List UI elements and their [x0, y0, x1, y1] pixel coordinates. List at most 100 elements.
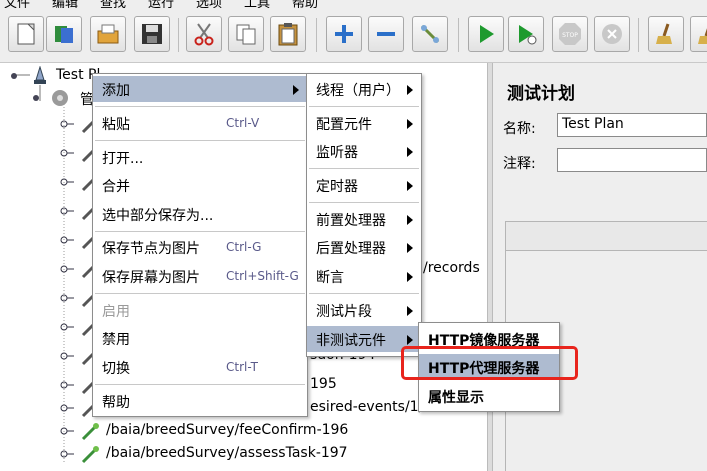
- menu-tools[interactable]: 工具: [244, 0, 270, 8]
- menu-shortcut: Ctrl+Shift-G: [226, 269, 299, 283]
- annotation-highlight-box: [401, 346, 578, 380]
- copy-button[interactable]: [228, 16, 264, 52]
- menu-separator: [309, 293, 419, 294]
- tree-sampler-row[interactable]: /baia/breedSurvey/feeConfirm-196: [0, 420, 487, 442]
- start-icon: [480, 25, 494, 43]
- stop-button[interactable]: STOP: [552, 16, 588, 52]
- menu-run[interactable]: 运行: [148, 0, 174, 8]
- templates-button[interactable]: [46, 16, 82, 52]
- new-button[interactable]: [8, 16, 44, 52]
- pipette-icon: [81, 423, 99, 441]
- node-key-icon: [60, 178, 74, 186]
- node-key-icon: [60, 323, 74, 331]
- node-key-icon: [60, 265, 74, 273]
- node-key-icon: [60, 404, 74, 412]
- submenu-item-post-processor[interactable]: 后置处理器: [307, 234, 421, 260]
- menu-separator: [309, 106, 419, 107]
- pipette-icon: [81, 446, 99, 464]
- menu-separator: [95, 231, 305, 232]
- paste-icon: [278, 23, 298, 46]
- node-key-icon: [60, 427, 74, 435]
- toolbar-separator: [458, 18, 459, 52]
- clear-all-button[interactable]: [690, 16, 707, 52]
- tree-sampler-row[interactable]: /baia/breedSurvey/assessTask-197: [0, 443, 487, 465]
- submenu-item-listener[interactable]: 监听器: [307, 138, 421, 164]
- submenu-arrow-icon: [407, 147, 413, 157]
- menu-item-paste[interactable]: 粘贴 Ctrl-V: [93, 110, 307, 136]
- shutdown-icon: [602, 24, 622, 44]
- menu-item-property-display[interactable]: 属性显示: [419, 383, 559, 409]
- open-button[interactable]: [90, 16, 126, 52]
- menu-separator: [309, 168, 419, 169]
- submenu-arrow-icon: [407, 335, 413, 345]
- tree-row-label: /baia/breedSurvey/assessTask-197: [106, 445, 348, 461]
- menu-item-add[interactable]: 添加: [93, 76, 307, 102]
- submenu-arrow-icon: [407, 272, 413, 282]
- comment-input[interactable]: [557, 148, 707, 172]
- menu-item-merge[interactable]: 合并: [93, 172, 307, 198]
- toolbar-separator: [316, 18, 317, 52]
- root-expand-handle-icon[interactable]: [8, 70, 20, 82]
- menu-item-save-selection-as[interactable]: 选中部分保存为...: [93, 201, 307, 227]
- menu-item-save-screen-as-image[interactable]: 保存屏幕为图片 Ctrl+Shift-G: [93, 263, 307, 289]
- submenu-item-pre-processor[interactable]: 前置处理器: [307, 206, 421, 232]
- menu-item-toggle[interactable]: 切换 Ctrl-T: [93, 354, 307, 380]
- shutdown-button[interactable]: [594, 16, 630, 52]
- comment-label: 注释:: [503, 156, 536, 172]
- paste-button[interactable]: [270, 16, 306, 52]
- add-submenu: 线程（用户） 配置元件 监听器 定时器 前置处理器 后置处理器 断言 测试片段 …: [306, 73, 422, 357]
- submenu-item-threads[interactable]: 线程（用户）: [307, 76, 421, 102]
- tree-row-label: /baia/breedSurvey/feeConfirm-196: [106, 422, 349, 438]
- menu-options[interactable]: 选项: [196, 0, 222, 8]
- submenu-arrow-icon: [407, 181, 413, 191]
- menu-item-enable: 启用: [102, 304, 130, 320]
- menu-item-help[interactable]: 帮助: [93, 388, 307, 414]
- node-key-icon: [60, 207, 74, 215]
- expand-all-button[interactable]: [326, 16, 362, 52]
- stop-icon: STOP: [559, 23, 581, 45]
- collapse-all-button[interactable]: [368, 16, 404, 52]
- svg-text:STOP: STOP: [562, 32, 578, 39]
- menu-separator: [95, 293, 305, 294]
- thread-group-expand-icon[interactable]: [30, 92, 42, 104]
- tree-row-text-partial: esired-events/1/: [310, 399, 424, 415]
- submenu-arrow-icon: [407, 215, 413, 225]
- clear-button[interactable]: [648, 16, 684, 52]
- tree-row-text-partial: 195: [310, 376, 337, 392]
- menu-item-save-node-as-image[interactable]: 保存节点为图片 Ctrl-G: [93, 234, 307, 260]
- submenu-arrow-icon: [293, 85, 299, 95]
- menu-edit[interactable]: 编辑: [52, 0, 78, 8]
- menu-item-open[interactable]: 打开...: [93, 144, 307, 170]
- clear-icon: [656, 23, 672, 44]
- menu-separator: [95, 384, 305, 385]
- toggle-icon: [420, 24, 440, 44]
- start-button[interactable]: [468, 16, 504, 52]
- cut-button[interactable]: [186, 16, 222, 52]
- node-key-icon: [60, 120, 74, 128]
- toggle-button[interactable]: [412, 16, 448, 52]
- submenu-item-assertion[interactable]: 断言: [307, 263, 421, 289]
- submenu-item-timer[interactable]: 定时器: [307, 172, 421, 198]
- name-label: 名称:: [503, 121, 536, 137]
- node-key-icon: [60, 149, 74, 157]
- start-no-pause-button[interactable]: [508, 16, 544, 52]
- name-input[interactable]: Test Plan: [557, 113, 707, 137]
- toolbar-separator: [178, 18, 179, 52]
- menu-shortcut: Ctrl-T: [226, 360, 258, 374]
- context-menu: 添加 粘贴 Ctrl-V 打开... 合并 选中部分保存为... 保存节点为图片 C…: [92, 73, 308, 417]
- cut-icon: [194, 23, 214, 46]
- menu-file[interactable]: 文件: [4, 0, 30, 8]
- expand-icon: [335, 25, 353, 43]
- save-button[interactable]: [134, 16, 170, 52]
- save-icon: [142, 24, 162, 44]
- templates-icon: [55, 26, 73, 43]
- submenu-item-config-element[interactable]: 配置元件: [307, 110, 421, 136]
- menu-separator: [309, 202, 419, 203]
- menu-help[interactable]: 帮助: [292, 0, 318, 8]
- menu-item-disable[interactable]: 禁用: [93, 325, 307, 351]
- menu-search[interactable]: 查找: [100, 0, 126, 8]
- submenu-item-test-fragment[interactable]: 测试片段: [307, 297, 421, 323]
- collapse-icon: [377, 32, 395, 36]
- tree-thread-group-row[interactable]: 管: [30, 87, 100, 109]
- node-key-icon: [60, 236, 74, 244]
